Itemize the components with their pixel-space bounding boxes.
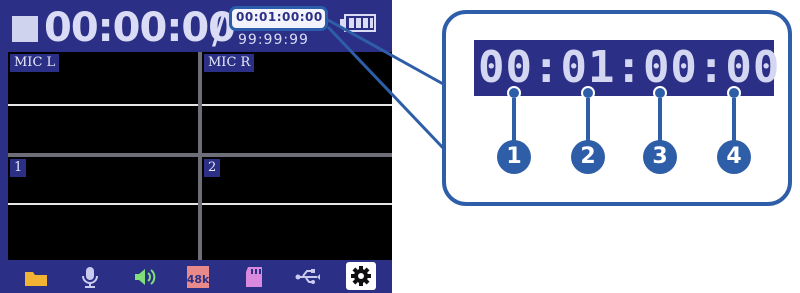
marker-seconds [653,86,667,146]
marker-minutes [581,86,595,146]
marker-number-3: 3 [643,140,677,174]
marker-number-2: 2 [571,140,605,174]
marker-number-1: 1 [497,140,531,174]
marker-number-4: 4 [717,140,751,174]
marker-frames [727,86,741,146]
marker-hours [507,86,521,146]
